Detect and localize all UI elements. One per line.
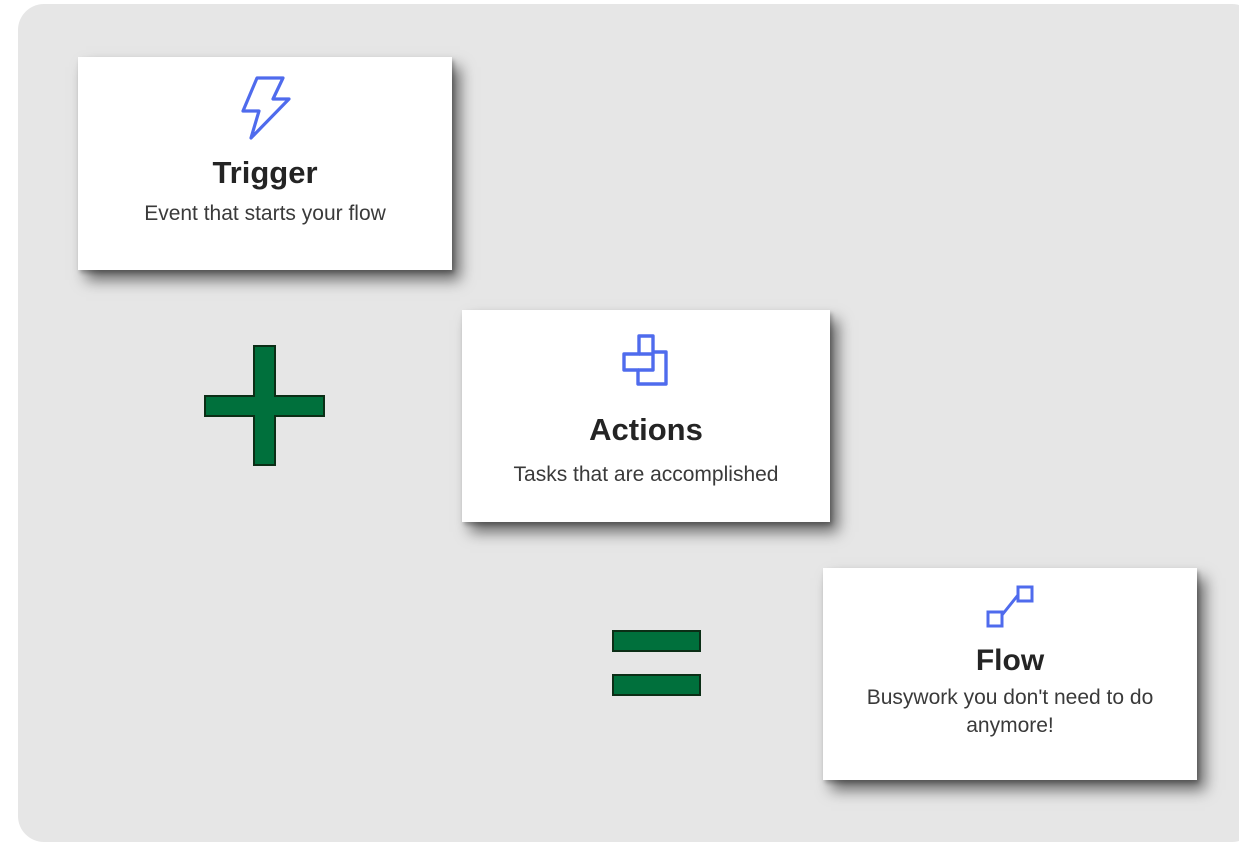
flow-description-line1: Busywork you don't need to do (866, 686, 1154, 709)
actions-title: Actions (589, 412, 703, 447)
plus-sign (204, 345, 325, 466)
steps-icon (622, 334, 668, 386)
flow-description: Busywork you don't need to do anymore! (823, 684, 1197, 741)
flow-connector-icon (986, 585, 1034, 628)
flow-card: Flow Busywork you don't need to do anymo… (823, 568, 1197, 780)
flow-title: Flow (975, 644, 1045, 677)
lightning-bolt-icon (241, 76, 291, 140)
trigger-card: Trigger Event that starts your flow (78, 57, 452, 270)
actions-description: Tasks that are accomplished (513, 463, 779, 486)
trigger-description: Event that starts your flow (144, 202, 386, 225)
actions-card: Actions Tasks that are accomplished (462, 310, 830, 522)
flow-description-line2: anymore! (966, 714, 1054, 738)
equals-sign (612, 630, 701, 696)
trigger-title: Trigger (212, 155, 318, 190)
